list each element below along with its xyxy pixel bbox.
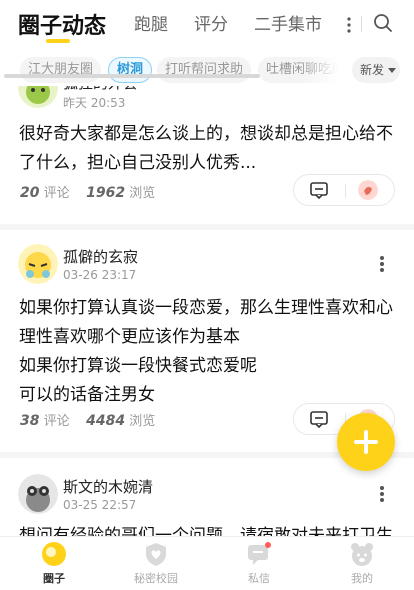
pill-divider <box>345 184 346 198</box>
post-content[interactable]: 很好奇大家都是怎么谈上的，想谈却总是担心给不 了什么，担心自己没别人优秀... <box>19 120 399 178</box>
more-tabs-icon[interactable] <box>346 15 352 35</box>
nav-secret-campus[interactable]: 秘密校园 <box>116 541 196 589</box>
post-stats: 38 评论 4484 浏览 <box>20 410 155 429</box>
post-actions <box>293 174 395 206</box>
chevron-down-icon <box>388 68 396 73</box>
tab-errands[interactable]: 跑腿 <box>134 10 168 35</box>
category-chips: 江大朋友圈 树洞 打听帮问求助 吐槽闲聊吃瓜 新发 <box>0 52 414 86</box>
top-divider <box>361 16 362 32</box>
post-content[interactable]: 如果你打算认真谈一段恋爱，那么生理性喜欢和心 理性喜欢哪个更应该作为基本 如果你… <box>19 294 399 410</box>
bear-face-icon <box>351 543 373 566</box>
avatar[interactable] <box>18 244 58 284</box>
sort-dropdown[interactable]: 新发 <box>352 57 400 83</box>
chips-fade <box>300 52 355 86</box>
post-content-line: 理性喜欢哪个更应该作为基本 <box>19 327 240 347</box>
tab-circle-feed[interactable]: 圈子动态 <box>18 8 106 40</box>
comment-count-label: 评论 <box>43 414 70 429</box>
sort-label: 新发 <box>360 63 385 77</box>
chip-friends-circle[interactable]: 江大朋友圈 <box>20 57 102 83</box>
nav-label: 秘密校园 <box>134 572 178 585</box>
nav-label: 私信 <box>248 572 270 585</box>
avatar[interactable] <box>18 474 58 514</box>
post-content-line: 如果你打算谈一段快餐式恋爱呢 <box>19 356 257 376</box>
post-content-line: 如果你打算认真谈一段恋爱，那么生理性喜欢和心 <box>19 298 393 318</box>
chips-scrollbar[interactable] <box>4 74 260 78</box>
nav-circle[interactable]: 圈子 <box>14 541 94 589</box>
active-tab-indicator <box>46 39 70 43</box>
create-post-button[interactable] <box>337 413 395 471</box>
more-options-icon[interactable] <box>379 485 385 503</box>
plus-icon <box>354 430 378 454</box>
tab-second-hand[interactable]: 二手集市 <box>254 10 322 35</box>
view-count-label: 浏览 <box>129 414 156 429</box>
view-count: 1962 <box>86 185 126 201</box>
post-content-line: 很好奇大家都是怎么谈上的，想谈却总是担心给不 <box>19 124 393 144</box>
nav-label: 圈子 <box>43 572 65 585</box>
post-author[interactable]: 孤僻的玄寂 <box>63 246 138 267</box>
top-tab-bar: 圈子动态 跑腿 评分 二手集市 <box>0 0 414 50</box>
nav-messages[interactable]: 私信 <box>219 541 299 589</box>
comment-icon[interactable] <box>310 411 328 428</box>
message-icon <box>248 542 271 565</box>
view-count-label: 浏览 <box>129 186 156 201</box>
post-stats: 20 评论 1962 浏览 <box>20 182 155 201</box>
comment-count-label: 评论 <box>43 186 70 201</box>
post-time: 03-25 22:57 <box>63 498 137 512</box>
tab-ratings[interactable]: 评分 <box>194 10 228 35</box>
chip-ask-help[interactable]: 打听帮问求助 <box>157 57 252 83</box>
circle-icon <box>42 542 66 566</box>
comment-count: 38 <box>20 413 40 429</box>
like-icon[interactable] <box>358 180 378 200</box>
post-author[interactable]: 斯文的木婉清 <box>63 476 153 497</box>
comment-icon[interactable] <box>310 182 328 199</box>
search-icon[interactable] <box>372 12 394 34</box>
more-options-icon[interactable] <box>379 255 385 273</box>
view-count: 4484 <box>86 413 126 429</box>
post-card[interactable]: 狐狸的外套 昨天 20:53 很好奇大家都是怎么谈上的，想谈却总是担心给不 了什… <box>0 62 414 232</box>
nav-label: 我的 <box>351 572 373 585</box>
bottom-nav: 圈子 秘密校园 私信 我的 <box>0 536 414 590</box>
post-time: 昨天 20:53 <box>63 96 126 110</box>
post-time: 03-26 23:17 <box>63 268 137 282</box>
post-card[interactable]: 斯文的木婉清 03-25 22:57 想问有经验的哥们一个问题，请宿敢对未来打卫… <box>0 458 414 540</box>
comment-count: 20 <box>20 185 40 201</box>
heart-shield-icon <box>146 543 166 566</box>
chip-tree-hole[interactable]: 树洞 <box>108 57 153 83</box>
nav-profile[interactable]: 我的 <box>322 541 402 589</box>
